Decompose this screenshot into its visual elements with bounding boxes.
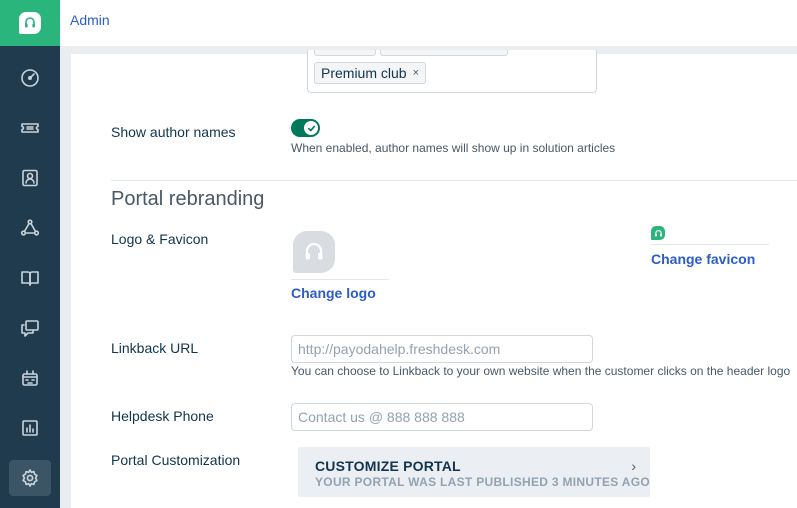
nav-bot[interactable]: [9, 360, 51, 396]
solutions-icon: [21, 271, 39, 286]
tickets-icon: [21, 123, 39, 133]
portal-customization-label: Portal Customization: [111, 452, 241, 468]
settings-panel: Premium club × Show author names When en…: [71, 50, 797, 508]
headset-icon: [654, 229, 662, 236]
nav-tickets[interactable]: [9, 110, 51, 146]
tag-chip-hidden: [314, 50, 376, 56]
nav-contacts[interactable]: [9, 160, 51, 196]
customize-portal-button[interactable]: CUSTOMIZE PORTAL YOUR PORTAL WAS LAST PU…: [298, 447, 650, 497]
app-logo[interactable]: [0, 0, 60, 46]
last-published-status: YOUR PORTAL WAS LAST PUBLISHED 3 MINUTES…: [315, 475, 650, 489]
tag-label: Premium club: [321, 65, 407, 81]
forums-icon: [21, 320, 39, 337]
contacts-icon: [22, 169, 38, 187]
remove-tag-icon[interactable]: ×: [413, 67, 419, 79]
logo-favicon-label: Logo & Favicon: [111, 231, 209, 247]
nav-reports[interactable]: [9, 410, 51, 446]
bot-icon: [22, 370, 38, 386]
nav-admin[interactable]: [9, 460, 51, 496]
nav-solutions[interactable]: [9, 260, 51, 296]
favicon-preview: [651, 226, 665, 240]
section-title: Portal rebranding: [111, 188, 265, 210]
linkback-url-label: Linkback URL: [111, 340, 199, 356]
author-names-toggle[interactable]: [291, 119, 320, 137]
linkback-url-input[interactable]: [291, 335, 593, 363]
author-names-help: When enabled, author names will show up …: [291, 141, 616, 155]
headset-icon: [305, 242, 323, 260]
sidebar: [0, 0, 60, 508]
customize-portal-title: CUSTOMIZE PORTAL: [315, 458, 461, 474]
tag-chip: Premium club ×: [314, 62, 427, 84]
page-title: Admin: [70, 12, 110, 28]
linkback-help: You can choose to Linkback to your own w…: [291, 364, 791, 378]
logo-preview: [293, 231, 335, 273]
tags-input[interactable]: Premium club ×: [307, 50, 597, 93]
social-icon: [20, 219, 40, 236]
checkmark-icon: [304, 121, 318, 135]
nav-dashboard[interactable]: [9, 60, 51, 96]
change-logo-link[interactable]: Change logo: [291, 285, 376, 301]
nav-forums[interactable]: [9, 310, 51, 346]
chevron-right-icon: ›: [631, 458, 636, 474]
section-divider: [111, 180, 797, 181]
headset-logo-icon: [19, 12, 41, 34]
helpdesk-phone-input[interactable]: [291, 403, 593, 431]
reports-icon: [22, 420, 38, 436]
tag-chip-hidden: [380, 50, 508, 56]
change-favicon-link[interactable]: Change favicon: [651, 251, 755, 267]
topbar: Admin: [60, 0, 797, 46]
dashboard-icon: [21, 69, 39, 87]
nav-social[interactable]: [9, 210, 51, 246]
favicon-underline: [651, 244, 769, 245]
helpdesk-phone-label: Helpdesk Phone: [111, 408, 214, 424]
author-names-label: Show author names: [111, 124, 236, 140]
admin-gear-icon: [22, 469, 38, 487]
logo-underline: [291, 279, 389, 280]
